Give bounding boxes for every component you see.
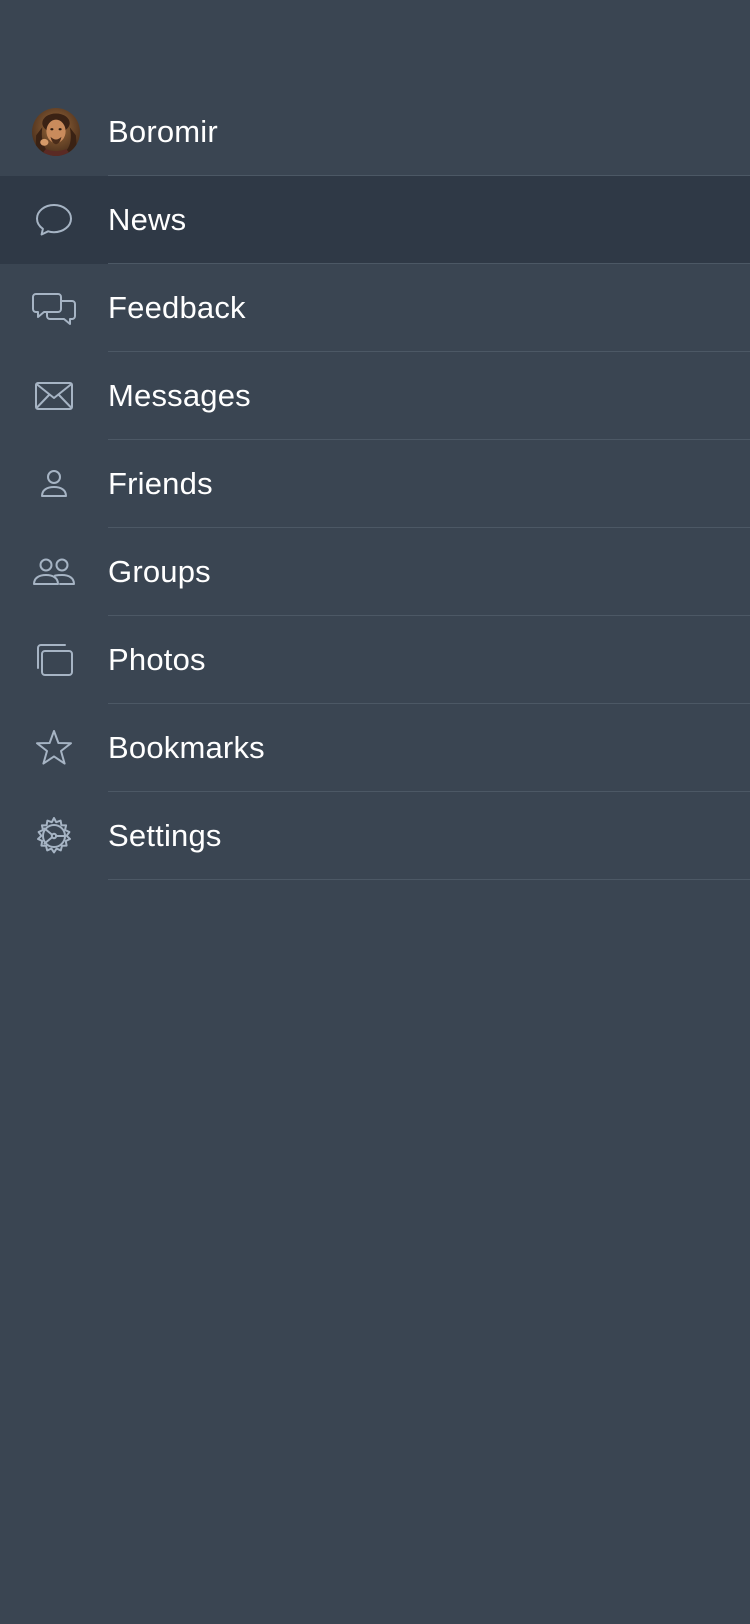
menu-item-messages[interactable]: Messages (0, 352, 750, 440)
bookmarks-icon-container (0, 704, 108, 792)
side-menu: Boromir News Feedback Messages Friends G… (0, 88, 750, 880)
friends-icon-container (0, 440, 108, 528)
speech-bubble-icon (36, 204, 72, 236)
profile-name: Boromir (108, 114, 218, 149)
feedback-icon-container (0, 264, 108, 352)
news-icon-container (0, 176, 108, 264)
menu-item-label: Photos (108, 642, 206, 677)
chat-bubbles-icon (32, 293, 76, 325)
menu-item-photos[interactable]: Photos (0, 616, 750, 704)
menu-item-label: News (108, 202, 187, 237)
profile-row[interactable]: Boromir (0, 88, 750, 176)
menu-item-label: Feedback (108, 290, 246, 325)
person-icon (41, 470, 67, 497)
menu-item-news[interactable]: News (0, 176, 750, 264)
menu-item-settings[interactable]: Settings (0, 792, 750, 880)
star-icon (36, 730, 72, 765)
messages-icon-container (0, 352, 108, 440)
menu-item-groups[interactable]: Groups (0, 528, 750, 616)
menu-item-label: Settings (108, 818, 222, 853)
menu-item-friends[interactable]: Friends (0, 440, 750, 528)
menu-item-feedback[interactable]: Feedback (0, 264, 750, 352)
groups-icon-container (0, 528, 108, 616)
menu-item-label: Messages (108, 378, 251, 413)
people-icon (33, 558, 75, 585)
menu-item-label: Groups (108, 554, 211, 589)
envelope-icon (35, 382, 73, 410)
menu-item-label: Bookmarks (108, 730, 265, 765)
photos-icon (37, 644, 73, 676)
divider (108, 879, 750, 880)
settings-icon-container (0, 792, 108, 880)
gear-icon (37, 817, 71, 854)
photos-icon-container (0, 616, 108, 704)
menu-item-label: Friends (108, 466, 213, 501)
menu-item-bookmarks[interactable]: Bookmarks (0, 704, 750, 792)
avatar-container (0, 88, 108, 176)
avatar (32, 108, 80, 156)
